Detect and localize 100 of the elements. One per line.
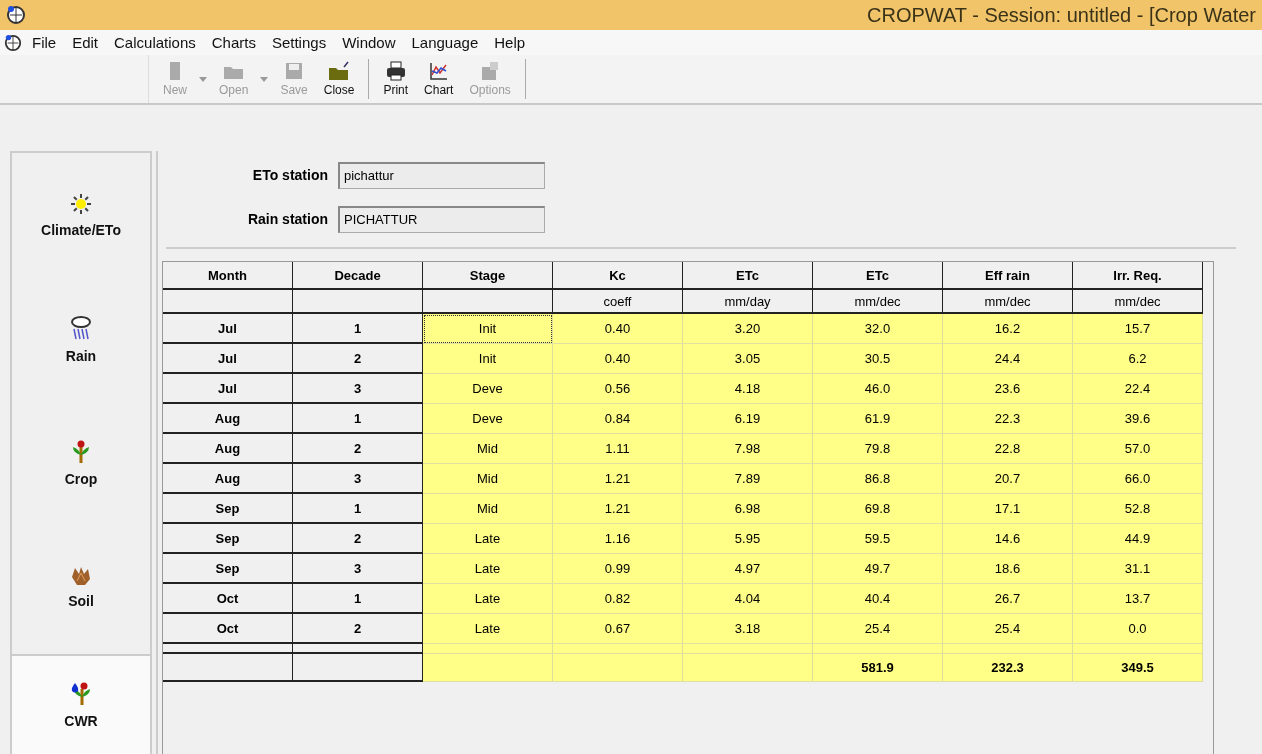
table-cell: 22.3 bbox=[943, 404, 1073, 434]
plant-icon bbox=[71, 439, 91, 465]
table-cell: Oct bbox=[163, 584, 293, 614]
column-header: Stage bbox=[423, 262, 553, 290]
table-cell: Aug bbox=[163, 404, 293, 434]
toolbar-button[interactable]: Chart bbox=[416, 59, 462, 99]
table-cell: Sep bbox=[163, 554, 293, 584]
table-cell: 7.98 bbox=[683, 434, 813, 464]
table-cell: 61.9 bbox=[813, 404, 943, 434]
column-header: Month bbox=[163, 262, 293, 290]
table-cell: Deve bbox=[423, 404, 553, 434]
table-cell: 1.21 bbox=[553, 464, 683, 494]
table-cell: 3.18 bbox=[683, 614, 813, 644]
field-label: ETo station bbox=[251, 167, 329, 183]
table-cell: Mid bbox=[423, 494, 553, 524]
menu-item[interactable]: Help bbox=[488, 34, 532, 51]
column-header: Decade bbox=[293, 262, 423, 290]
sidebar-tab[interactable]: Rain bbox=[12, 277, 150, 401]
table-cell: 3.20 bbox=[683, 314, 813, 344]
table-cell: 18.6 bbox=[943, 554, 1073, 584]
menu-item[interactable]: Edit bbox=[66, 34, 105, 51]
line-chart-icon bbox=[428, 61, 449, 81]
table-cell: 30.5 bbox=[813, 344, 943, 374]
table-cell: 0.99 bbox=[553, 554, 683, 584]
column-header: ETc bbox=[683, 262, 813, 290]
table-cell: Late bbox=[423, 524, 553, 554]
menu-item[interactable]: Settings bbox=[265, 34, 333, 51]
table-cell: 25.4 bbox=[813, 614, 943, 644]
table-cell: Jul bbox=[163, 314, 293, 344]
table-cell: coeff bbox=[553, 290, 683, 314]
table-cell: 17.1 bbox=[943, 494, 1073, 524]
table-cell: 3 bbox=[293, 374, 423, 404]
toolbar-button[interactable]: Print bbox=[375, 59, 417, 99]
table-cell: 4.97 bbox=[683, 554, 813, 584]
folder-icon bbox=[328, 61, 351, 81]
table-cell: 14.6 bbox=[943, 524, 1073, 554]
table-cell: Jul bbox=[163, 344, 293, 374]
table-cell: mm/day bbox=[683, 290, 813, 314]
table-cell: 44.9 bbox=[1073, 524, 1203, 554]
table-cell: 23.6 bbox=[943, 374, 1073, 404]
column-header: Irr. Req. bbox=[1073, 262, 1203, 290]
table-cell: Sep bbox=[163, 494, 293, 524]
table-cell: 6.98 bbox=[683, 494, 813, 524]
table-cell: 25.4 bbox=[943, 614, 1073, 644]
total-cell: 232.3 bbox=[943, 654, 1073, 682]
app-globe-icon bbox=[4, 33, 22, 52]
table-cell: Sep bbox=[163, 524, 293, 554]
menu-item[interactable]: File bbox=[26, 34, 63, 51]
menu-item[interactable]: Charts bbox=[205, 34, 262, 51]
options-icon bbox=[480, 61, 501, 81]
table-cell: Deve bbox=[423, 374, 553, 404]
table-cell: 1 bbox=[293, 584, 423, 614]
menu-item[interactable]: Language bbox=[405, 34, 485, 51]
table-cell: 2 bbox=[293, 344, 423, 374]
table-cell: Oct bbox=[163, 614, 293, 644]
plant-water-icon bbox=[69, 681, 93, 707]
table-cell: 3 bbox=[293, 554, 423, 584]
table-cell: 0.0 bbox=[1073, 614, 1203, 644]
table-cell: 4.18 bbox=[683, 374, 813, 404]
toolbar-button[interactable]: Close bbox=[315, 59, 363, 99]
menu-item[interactable]: Calculations bbox=[108, 34, 202, 51]
field-label: Rain station bbox=[246, 211, 329, 227]
rain-cloud-icon bbox=[69, 314, 93, 342]
table-cell: 57.0 bbox=[1073, 434, 1203, 464]
table-cell: 0.82 bbox=[553, 584, 683, 614]
table-cell: 5.95 bbox=[683, 524, 813, 554]
table-cell: 4.04 bbox=[683, 584, 813, 614]
table-cell: 2 bbox=[293, 524, 423, 554]
sidebar-tab[interactable]: Soil bbox=[12, 525, 150, 649]
table-cell: 22.8 bbox=[943, 434, 1073, 464]
station-field[interactable]: PICHATTUR bbox=[338, 205, 545, 233]
table-cell: 16.2 bbox=[943, 314, 1073, 344]
table-cell: Mid bbox=[423, 434, 553, 464]
table-cell: 66.0 bbox=[1073, 464, 1203, 494]
column-header: ETc bbox=[813, 262, 943, 290]
table-cell: 6.2 bbox=[1073, 344, 1203, 374]
column-header: Eff rain bbox=[943, 262, 1073, 290]
table-cell: 52.8 bbox=[1073, 494, 1203, 524]
table-cell: mm/dec bbox=[813, 290, 943, 314]
table-cell: 1 bbox=[293, 404, 423, 434]
station-field[interactable]: pichattur bbox=[338, 161, 545, 189]
table-cell: Init bbox=[423, 344, 553, 374]
menu-item[interactable]: Window bbox=[336, 34, 402, 51]
table-cell: 1.21 bbox=[553, 494, 683, 524]
table-cell: 46.0 bbox=[813, 374, 943, 404]
sun-icon bbox=[69, 192, 93, 216]
table-cell: Late bbox=[423, 614, 553, 644]
table-cell: Mid bbox=[423, 464, 553, 494]
table-cell: 0.67 bbox=[553, 614, 683, 644]
printer-icon bbox=[384, 61, 407, 81]
table-cell: Init bbox=[423, 314, 553, 344]
table-cell: 2 bbox=[293, 614, 423, 644]
table-cell: 39.6 bbox=[1073, 404, 1203, 434]
table-cell: 40.4 bbox=[813, 584, 943, 614]
table-cell: 0.56 bbox=[553, 374, 683, 404]
app-globe-icon bbox=[6, 5, 26, 25]
sidebar-tab[interactable]: Crop bbox=[12, 401, 150, 525]
sidebar-tab[interactable]: CWR bbox=[12, 654, 150, 754]
table-cell: 86.8 bbox=[813, 464, 943, 494]
sidebar-tab[interactable]: Climate/ETo bbox=[12, 153, 150, 277]
